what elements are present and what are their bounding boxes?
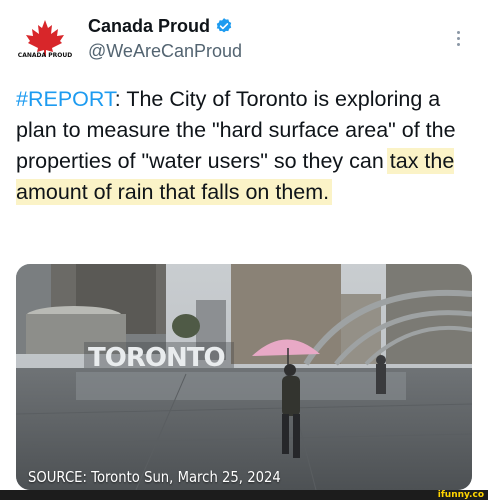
watermark-bar	[0, 490, 488, 500]
tweet-header: CANADA PROUD Canada Proud @WeAreCanProud	[14, 14, 474, 70]
tweet-text: #REPORT: The City of Toronto is explorin…	[16, 84, 472, 208]
verified-badge-icon	[216, 18, 232, 33]
more-options-icon[interactable]	[448, 28, 468, 52]
author-display-name[interactable]: Canada Proud	[88, 14, 210, 38]
author-names: Canada Proud @WeAreCanProud	[88, 14, 242, 64]
maple-leaf-icon: CANADA PROUD	[18, 20, 72, 59]
display-name-row[interactable]: Canada Proud	[88, 14, 242, 38]
watermark-text: ifunny.co	[437, 490, 484, 500]
photo-source-caption: SOURCE: Toronto Sun, March 25, 2024	[28, 468, 281, 486]
avatar-logo-text: CANADA PROUD	[18, 52, 72, 59]
author-handle[interactable]: @WeAreCanProud	[88, 38, 242, 64]
hashtag-link[interactable]: #REPORT	[16, 87, 115, 111]
toronto-square-photo: TORONTO	[16, 264, 472, 490]
tweet-media-photo[interactable]: TORONTO SOURCE: Toronto Sun, March 25, 2…	[16, 264, 472, 490]
avatar[interactable]: CANADA PROUD	[14, 16, 76, 66]
